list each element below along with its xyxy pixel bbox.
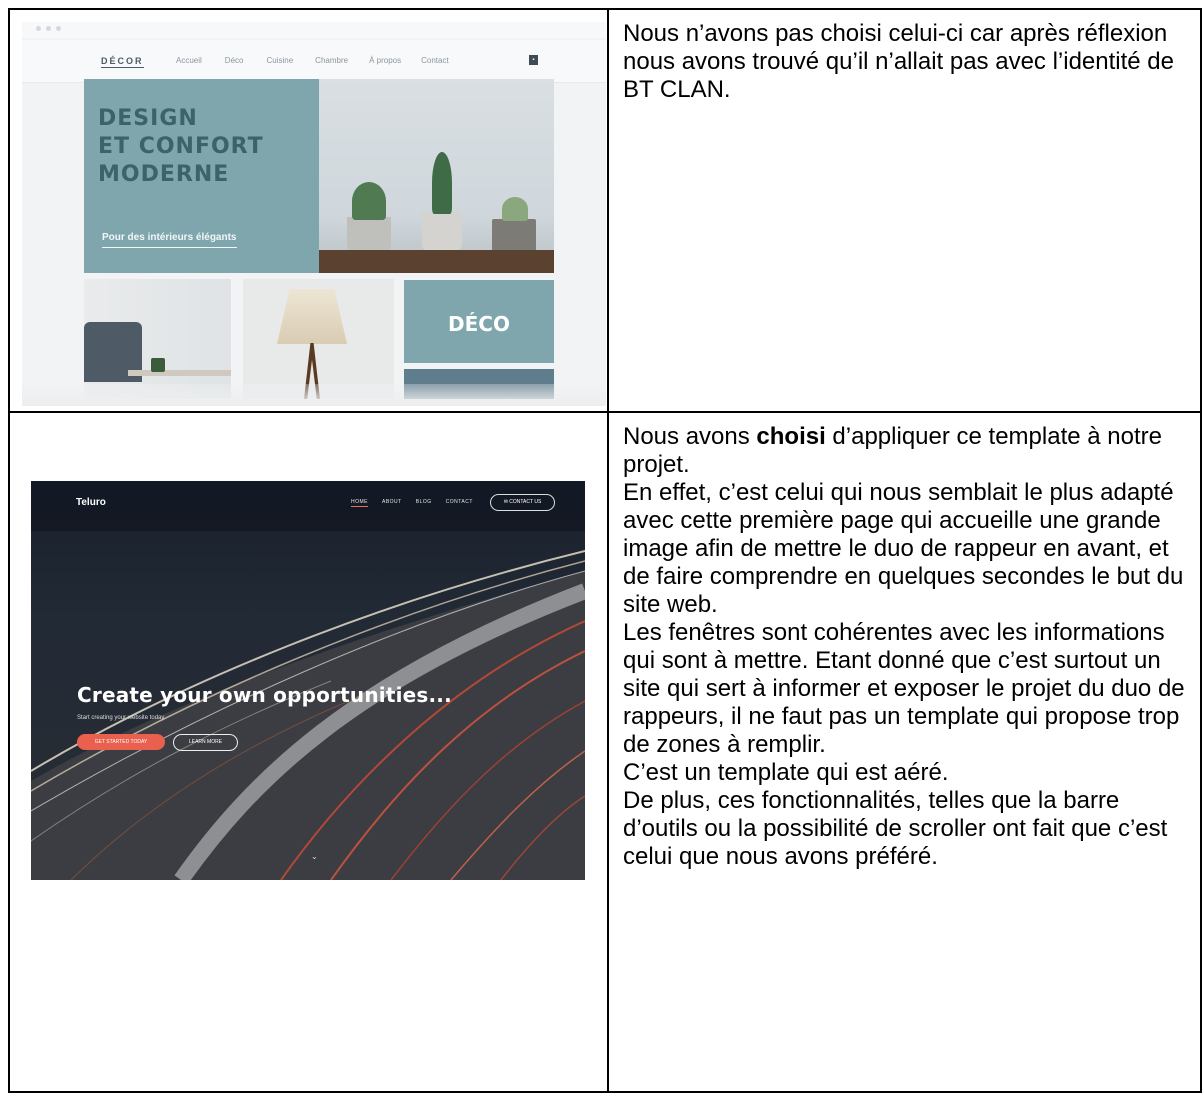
window-dots-icon — [36, 26, 61, 31]
table-row: DÉCOR Accueil Déco Cuisine Chambre À pro… — [8, 8, 1202, 413]
hero-title-line: DESIGN — [98, 106, 198, 131]
decor-menu: Accueil Déco Cuisine Chambre À propos Co… — [176, 56, 449, 65]
pot-shape — [492, 219, 536, 251]
plant-shape — [432, 152, 452, 214]
decor-nav: DÉCOR Accueil Déco Cuisine Chambre À pro… — [22, 40, 606, 83]
paragraph: De plus, ces fonctionnalités, telles que… — [623, 787, 1168, 870]
pot-shape — [422, 212, 462, 251]
learn-more-button: LEARN MORE — [173, 734, 238, 751]
text-cell: Nous avons choisi d’appliquer ce templat… — [607, 411, 1202, 1093]
decor-nav-item: Contact — [421, 56, 449, 65]
contact-us-button: ✉ CONTACT US — [490, 494, 555, 511]
decor-nav-item: Accueil — [176, 56, 202, 65]
decor-hero-title: DESIGN ET CONFORT MODERNE — [98, 105, 264, 189]
rejection-text: Nous n’avons pas choisi celui-ci car apr… — [623, 20, 1175, 103]
decor-nav-item: Déco — [224, 56, 244, 65]
screenshot-cell: DÉCOR Accueil Déco Cuisine Chambre À pro… — [8, 8, 609, 413]
highway-night-photo — [31, 481, 585, 880]
decor-template-screenshot: DÉCOR Accueil Déco Cuisine Chambre À pro… — [22, 22, 606, 406]
nav-contact: CONTACT — [445, 499, 473, 505]
decor-hero-subtitle: Pour des intérieurs élégants — [102, 232, 237, 248]
plant-shape — [502, 197, 528, 221]
cart-icon: ▪ — [529, 55, 538, 65]
intro-bold-text: choisi — [756, 423, 826, 450]
hero-title-line: ET CONFORT — [98, 134, 264, 159]
plant-shape — [352, 182, 386, 220]
hero-title-line: MODERNE — [98, 162, 230, 187]
decor-nav-item: À propos — [369, 56, 402, 65]
text-cell: Nous n’avons pas choisi celui-ci car apr… — [607, 8, 1202, 413]
intro-text: Nous avons — [623, 423, 757, 450]
get-started-button: GET STARTED TODAY — [77, 734, 165, 750]
deco-tile-label: DÉCO — [448, 312, 510, 336]
decor-nav-item: Cuisine — [266, 56, 294, 65]
choice-intro: Nous avons choisi d’appliquer ce templat… — [623, 423, 1200, 479]
cup-shape — [151, 358, 165, 372]
nav-blog: BLOG — [415, 499, 432, 505]
teluro-hero-subtitle: Start creating your website today. — [77, 715, 166, 721]
decor-hero-panel: DESIGN ET CONFORT MODERNE Pour des intér… — [84, 79, 319, 273]
teluro-nav: HOME ABOUT BLOG CONTACT — [351, 499, 487, 507]
paragraph: En effet, c’est celui qui nous semblait … — [623, 479, 1184, 618]
deco-tile: DÉCO — [404, 280, 554, 363]
paragraph: Les fenêtres sont cohérentes avec les in… — [623, 619, 1185, 758]
teluro-logo: Teluro — [76, 497, 106, 508]
paragraph: C’est un template qui est aéré. — [623, 759, 949, 786]
teluro-hero-title: Create your own opportunities... — [77, 683, 452, 707]
chevron-down-icon: ⌄ — [311, 852, 318, 861]
nav-home: HOME — [351, 499, 368, 507]
nav-about: ABOUT — [382, 499, 402, 505]
teluro-template-screenshot: Teluro HOME ABOUT BLOG CONTACT ✉ CONTACT… — [31, 481, 585, 880]
decor-brand: DÉCOR — [101, 56, 144, 68]
decor-nav-item: Chambre — [315, 56, 349, 65]
shelf-shape — [319, 250, 554, 273]
pot-shape — [347, 217, 391, 251]
bottom-fade — [22, 384, 606, 406]
side-table-shape — [128, 370, 231, 376]
browser-bar — [22, 22, 606, 38]
